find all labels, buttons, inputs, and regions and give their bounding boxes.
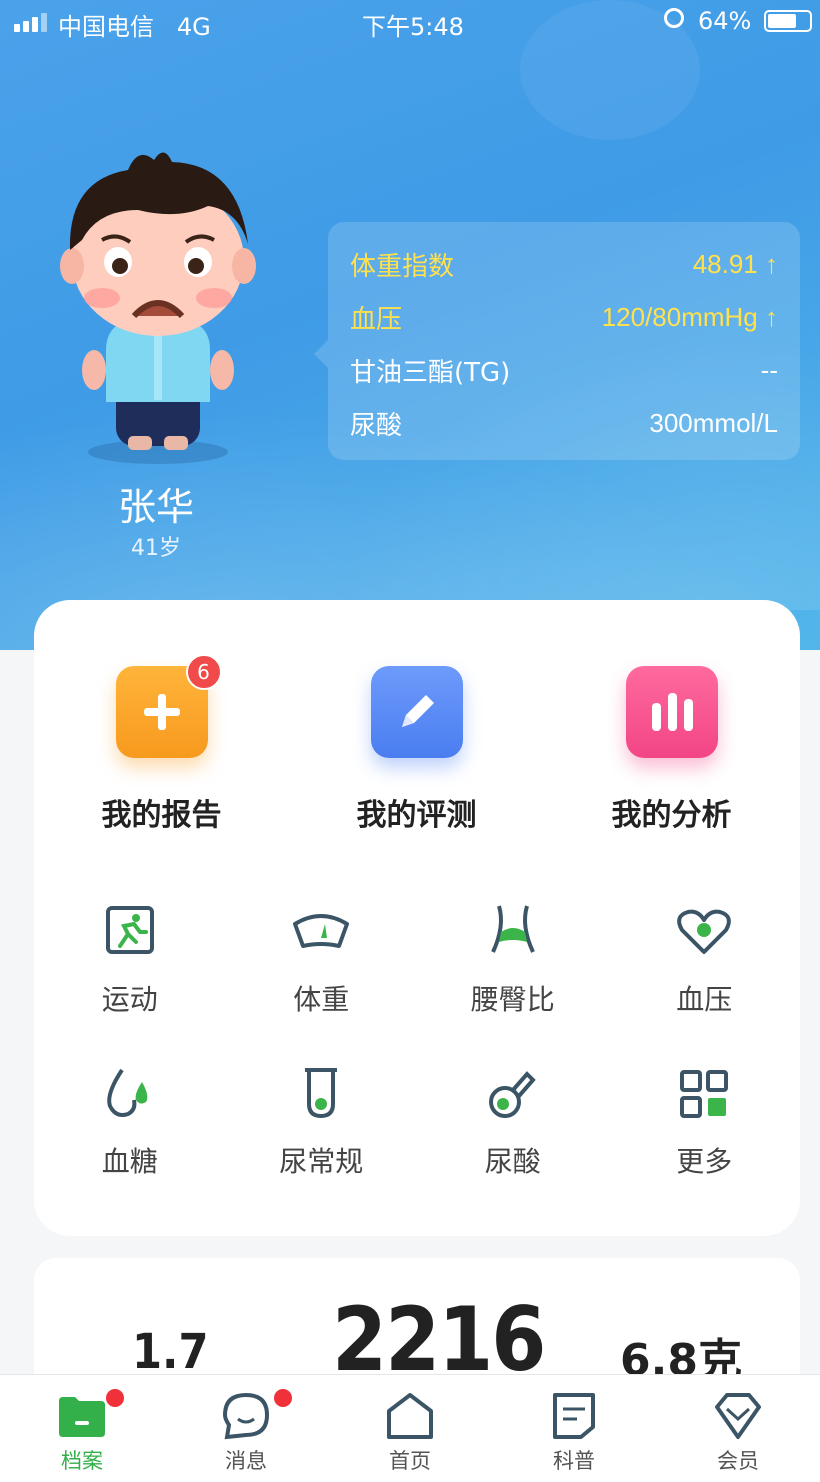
action-label: 我的报告 <box>101 798 222 833</box>
my-analysis-button[interactable]: 我的分析 <box>544 666 799 834</box>
clock: 下午5:48 <box>362 13 464 41</box>
metric-row-triglyceride: 甘油三酯(TG) -- <box>350 344 778 397</box>
feature-grid: 运动 体重 腰臀比 血压 血糖 尿常规 尿酸 更多 <box>34 902 800 1226</box>
bottom-tab-bar: 档案 消息 首页 科普 会员 <box>0 1374 820 1482</box>
article-icon <box>553 1393 595 1439</box>
heart-icon <box>677 909 732 954</box>
grid-item-exercise[interactable]: 运动 <box>34 902 226 1064</box>
metric-label: 血压 <box>350 305 403 335</box>
pencil-icon <box>370 666 463 758</box>
tab-label: 首页 <box>389 1449 431 1473</box>
my-evaluation-button[interactable]: 我的评测 <box>289 666 544 834</box>
health-metrics-card[interactable]: 体重指数 48.91 ↑ 血压 120/80mmHg ↑ 甘油三酯(TG) --… <box>314 222 800 460</box>
grid-label: 尿常规 <box>279 1145 364 1178</box>
calendar-plus-icon: 6 <box>115 654 222 758</box>
grid-item-blood-sugar[interactable]: 血糖 <box>34 1064 226 1226</box>
metric-label: 体重指数 <box>350 252 455 282</box>
tab-label: 会员 <box>717 1449 759 1473</box>
avatar[interactable] <box>58 140 258 470</box>
metric-label: 尿酸 <box>350 411 403 441</box>
summary-left-value: 1.7 <box>132 1324 209 1380</box>
bar-chart-icon <box>625 666 718 758</box>
grid-label: 血糖 <box>101 1145 158 1178</box>
unread-dot <box>106 1389 124 1407</box>
home-icon <box>387 1393 433 1439</box>
user-name: 张华 <box>117 485 194 529</box>
user-age: 41岁 <box>131 536 181 561</box>
grid-item-urinalysis[interactable]: 尿常规 <box>226 1064 418 1226</box>
metric-label: 甘油三酯(TG) <box>350 358 511 388</box>
more-grid-icon <box>680 1070 729 1118</box>
tab-archive[interactable]: 档案 <box>0 1375 164 1482</box>
action-label: 我的评测 <box>356 798 477 833</box>
tab-membership[interactable]: 会员 <box>656 1375 820 1482</box>
running-icon <box>105 906 154 954</box>
test-tube-icon <box>305 1068 338 1119</box>
diamond-icon <box>715 1393 761 1439</box>
my-report-button[interactable]: 6 我的报告 <box>34 654 289 834</box>
status-bar: 中国电信 4G 下午5:48 64% <box>0 0 820 44</box>
grid-item-weight[interactable]: 体重 <box>226 902 418 1064</box>
signal-icon <box>14 12 47 32</box>
flask-icon <box>488 1071 536 1118</box>
primary-actions: 6 我的报告 我的评测 我的分析 <box>34 654 800 834</box>
alarm-icon <box>664 8 684 28</box>
metric-value: 120/80mmHg ↑ <box>601 302 778 332</box>
grid-label: 运动 <box>101 983 158 1016</box>
battery-percent: 64% <box>698 7 752 35</box>
carrier-label: 中国电信 4G <box>58 13 211 41</box>
metric-value: 300mmol/L <box>649 408 778 438</box>
tab-messages[interactable]: 消息 <box>164 1375 328 1482</box>
grid-item-waist-hip[interactable]: 腰臀比 <box>417 902 609 1064</box>
chat-bubble-icon <box>222 1392 270 1440</box>
tab-home[interactable]: 首页 <box>328 1375 492 1482</box>
tab-science[interactable]: 科普 <box>492 1375 656 1482</box>
tab-label: 消息 <box>225 1449 267 1473</box>
tab-label: 科普 <box>553 1449 595 1473</box>
tab-label: 档案 <box>61 1449 103 1473</box>
grid-label: 血压 <box>676 983 733 1016</box>
blood-drop-icon <box>107 1068 148 1117</box>
profile-header: 中国电信 4G 下午5:48 64% 张华 41岁 体重指数 48.91 ↑ 血… <box>0 0 820 650</box>
metric-row-blood-pressure: 血压 120/80mmHg ↑ <box>350 291 778 344</box>
notification-badge: 6 <box>185 654 222 690</box>
waist-hip-icon <box>490 905 535 953</box>
folder-icon <box>59 1397 105 1437</box>
features-card: 6 我的报告 我的评测 我的分析 运动 体重 腰臀比 血压 血糖 尿常规 尿酸 … <box>34 600 800 1236</box>
metric-value: 48.91 ↑ <box>692 249 778 279</box>
metric-row-bmi: 体重指数 48.91 ↑ <box>350 238 778 291</box>
grid-item-uric-acid[interactable]: 尿酸 <box>417 1064 609 1226</box>
action-label: 我的分析 <box>611 798 732 833</box>
scale-icon <box>293 914 350 948</box>
grid-label: 更多 <box>676 1145 733 1178</box>
grid-label: 腰臀比 <box>470 983 555 1016</box>
unread-dot <box>274 1389 292 1407</box>
grid-label: 尿酸 <box>484 1145 541 1178</box>
grid-label: 体重 <box>293 983 350 1016</box>
grid-item-more[interactable]: 更多 <box>609 1064 801 1226</box>
battery-icon <box>764 10 812 32</box>
grid-item-blood-pressure[interactable]: 血压 <box>609 902 801 1064</box>
metric-value: -- <box>760 355 778 385</box>
metric-row-uric-acid: 尿酸 300mmol/L <box>350 397 778 450</box>
